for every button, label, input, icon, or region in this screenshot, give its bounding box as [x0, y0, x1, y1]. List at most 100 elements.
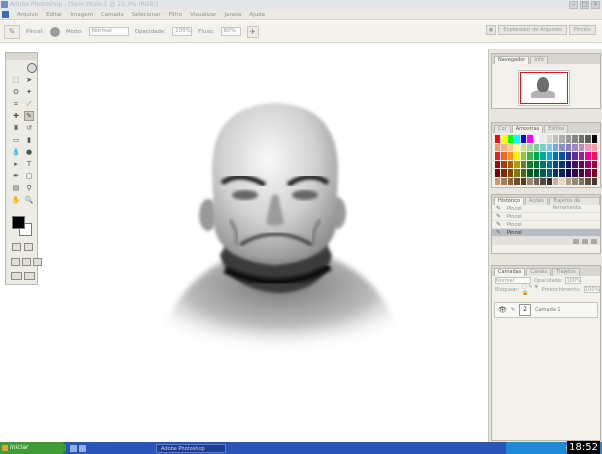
tab-brushes[interactable]: Pincéis — [568, 25, 596, 35]
color-swatch[interactable] — [540, 177, 546, 185]
color-swatch[interactable] — [572, 169, 578, 177]
color-swatch[interactable] — [520, 177, 527, 185]
taskbar-item-photoshop[interactable]: Adobe Photoshop — [156, 443, 226, 453]
color-swatch[interactable] — [520, 169, 527, 177]
hand-tool-icon[interactable]: ✋ — [11, 195, 21, 205]
history-brush-tool-icon[interactable]: ↺ — [24, 123, 34, 133]
color-swatch[interactable] — [514, 177, 520, 185]
tab-color[interactable]: Cor — [494, 125, 511, 133]
color-swatch[interactable] — [527, 177, 533, 185]
color-swatch[interactable] — [495, 152, 501, 160]
tab-navigator[interactable]: Navegador — [494, 56, 530, 64]
path-selection-tool-icon[interactable]: ▸ — [11, 159, 21, 169]
tab-file-browser[interactable]: Explorador de Arquivos — [498, 25, 567, 35]
tab-history[interactable]: Histórico — [494, 197, 525, 205]
color-swatch[interactable] — [578, 143, 585, 151]
layer-row[interactable]: 👁 ✎ 2 Camada 1 — [494, 302, 598, 318]
color-swatch[interactable] — [533, 135, 540, 143]
color-swatch[interactable] — [540, 143, 546, 151]
airbrush-toggle[interactable]: ✈ — [246, 25, 259, 38]
tab-tool-presets[interactable]: Trajetos de ferramenta — [548, 197, 600, 211]
color-swatch[interactable] — [527, 160, 533, 168]
magic-wand-tool-icon[interactable]: ✦ — [24, 87, 34, 97]
color-swatch[interactable] — [591, 143, 597, 151]
photoshop-menu-icon[interactable] — [2, 11, 9, 18]
healing-brush-tool-icon[interactable]: ✚ — [11, 111, 21, 121]
flow-field[interactable]: 60% — [220, 27, 241, 36]
color-swatch[interactable] — [514, 152, 520, 160]
adobe-online-icon[interactable] — [27, 63, 37, 73]
fill-field[interactable]: 100% — [584, 286, 600, 293]
color-swatch[interactable] — [540, 169, 546, 177]
color-swatch[interactable] — [527, 152, 533, 160]
color-swatch[interactable] — [585, 160, 591, 168]
lasso-tool-icon[interactable]: ʘ — [11, 87, 21, 97]
tab-channels[interactable]: Canais — [526, 268, 552, 276]
color-swatch[interactable] — [507, 152, 514, 160]
color-swatch[interactable] — [527, 143, 533, 151]
crop-tool-icon[interactable]: ⌗ — [11, 99, 21, 109]
color-swatch[interactable] — [585, 135, 591, 143]
start-button[interactable]: Iniciar — [0, 442, 66, 454]
toolbox-header[interactable] — [6, 53, 37, 60]
move-tool-icon[interactable]: ➤ — [24, 75, 34, 85]
color-swatch[interactable] — [565, 152, 572, 160]
tab-swatches[interactable]: Amostras — [511, 125, 544, 133]
color-swatch[interactable] — [540, 160, 546, 168]
minimize-button[interactable]: – — [569, 1, 578, 9]
slice-tool-icon[interactable]: ⟋ — [24, 99, 34, 109]
standard-mode-button[interactable] — [12, 243, 21, 251]
color-swatch[interactable] — [546, 169, 552, 177]
quick-launch-icon[interactable] — [79, 444, 86, 452]
menu-janela[interactable]: Janela — [225, 12, 242, 18]
shape-tool-icon[interactable]: ▢ — [24, 171, 34, 181]
color-swatch[interactable] — [501, 160, 507, 168]
color-swatch[interactable] — [578, 160, 585, 168]
menu-selecionar[interactable]: Selecionar — [132, 12, 161, 18]
history-item-selected[interactable]: ✎ Pincel — [492, 229, 600, 237]
new-snapshot-icon[interactable] — [582, 238, 588, 244]
delete-icon[interactable] — [591, 238, 597, 244]
pen-tool-icon[interactable]: ✒ — [11, 171, 21, 181]
color-swatch[interactable] — [572, 160, 578, 168]
color-swatch[interactable] — [578, 177, 585, 185]
color-swatch[interactable] — [533, 152, 540, 160]
brush-preset-picker[interactable] — [50, 26, 60, 37]
full-screen-menu-button[interactable] — [22, 258, 31, 266]
color-swatch[interactable] — [514, 135, 520, 143]
color-swatch[interactable] — [585, 177, 591, 185]
color-swatch[interactable] — [591, 169, 597, 177]
blur-tool-icon[interactable]: 💧 — [11, 147, 21, 157]
tab-actions[interactable]: Ações — [525, 197, 548, 205]
tab-paths[interactable]: Trajetos — [552, 268, 580, 276]
color-swatch[interactable] — [514, 143, 520, 151]
color-swatch[interactable] — [514, 160, 520, 168]
foreground-color-swatch[interactable] — [12, 216, 25, 229]
imageready-icon[interactable] — [24, 272, 35, 280]
menu-editar[interactable]: Editar — [46, 12, 62, 18]
color-swatch[interactable] — [507, 160, 514, 168]
color-swatch[interactable] — [578, 152, 585, 160]
color-swatch[interactable] — [585, 169, 591, 177]
color-swatch[interactable] — [501, 177, 507, 185]
notes-tool-icon[interactable]: ▤ — [11, 183, 21, 193]
color-swatch[interactable] — [495, 177, 501, 185]
color-swatch[interactable] — [559, 152, 565, 160]
menu-arquivo[interactable]: Arquivo — [17, 12, 38, 18]
color-swatch[interactable] — [501, 135, 507, 143]
color-swatch[interactable] — [578, 135, 585, 143]
dodge-tool-icon[interactable]: ● — [24, 147, 34, 157]
color-swatch[interactable] — [552, 135, 559, 143]
color-swatch[interactable] — [520, 160, 527, 168]
color-swatch[interactable] — [552, 152, 559, 160]
color-swatch[interactable] — [495, 160, 501, 168]
color-swatch[interactable] — [552, 160, 559, 168]
zoom-tool-icon[interactable]: 🔍 — [24, 195, 34, 205]
color-swatch[interactable] — [533, 169, 540, 177]
color-swatch[interactable] — [552, 143, 559, 151]
color-swatch[interactable] — [495, 169, 501, 177]
tab-info[interactable]: Info — [530, 56, 548, 64]
color-swatch[interactable] — [546, 177, 552, 185]
color-swatch[interactable] — [565, 135, 572, 143]
color-swatch[interactable] — [565, 177, 572, 185]
